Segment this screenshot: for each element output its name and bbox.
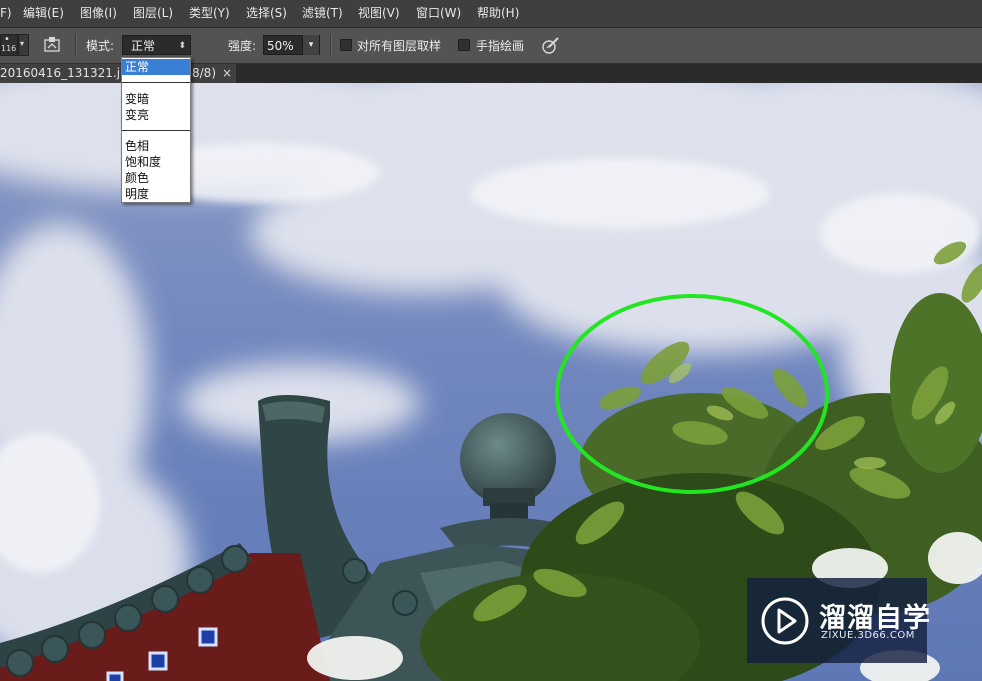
watermark: 溜溜自学 ZIXUE.3D66.COM — [747, 578, 930, 663]
brush-preset-dropdown[interactable]: ▾ — [18, 34, 29, 56]
play-logo-icon — [761, 597, 809, 645]
mode-option-color[interactable]: 颜色 — [122, 170, 190, 186]
airbrush-toggle-icon — [44, 37, 60, 52]
menu-view[interactable]: 视图(V) — [358, 5, 400, 22]
pressure-pen-icon — [542, 37, 559, 54]
pressure-pen-toggle[interactable] — [541, 36, 561, 56]
dropdown-arrow-icon[interactable]: ▾ — [302, 35, 319, 55]
menu-window[interactable]: 窗口(W) — [416, 5, 461, 22]
brush-size: 116 — [1, 44, 17, 53]
mode-option-darken[interactable]: 变暗 — [122, 91, 190, 107]
strength-input[interactable]: 50% ▾ — [263, 35, 320, 55]
menu-file[interactable]: F) — [0, 5, 12, 22]
mode-option-normal[interactable]: 正常 — [122, 59, 190, 75]
strength-label: 强度: — [228, 39, 257, 53]
divider — [330, 34, 332, 57]
sample-all-layers-label: 对所有图层取样 — [357, 39, 442, 53]
watermark-url: ZIXUE.3D66.COM — [821, 630, 915, 641]
select-updown-icon: ⬍ — [178, 41, 186, 51]
mode-option-hue[interactable]: 色相 — [122, 138, 190, 154]
sample-all-layers-checkbox[interactable] — [340, 39, 352, 51]
close-icon[interactable]: × — [222, 64, 232, 83]
finger-painting-label: 手指绘画 — [476, 39, 525, 53]
mode-select[interactable]: 正常 ⬍ — [122, 35, 191, 55]
dropdown-arrow-icon: ▾ — [20, 39, 25, 48]
strength-value: 50% — [267, 39, 294, 53]
mode-option-lighten[interactable]: 变亮 — [122, 107, 190, 123]
mode-label: 模式: — [86, 39, 115, 53]
dropdown-divider — [122, 130, 190, 131]
menu-image[interactable]: 图像(I) — [80, 5, 117, 22]
document-tab[interactable]: 20160416_131321.jpg 8/8) × — [0, 64, 236, 83]
mode-dropdown-list: 正常 变暗 变亮 色相 饱和度 颜色 明度 — [121, 57, 191, 203]
document-tab-title-suffix: 8/8) — [192, 66, 216, 80]
menu-help[interactable]: 帮助(H) — [477, 5, 519, 22]
brush-preset-picker[interactable]: • 116 — [0, 34, 18, 56]
airbrush-toggle[interactable] — [43, 36, 62, 54]
finger-painting-checkbox[interactable] — [458, 39, 470, 51]
divider — [75, 34, 77, 57]
dropdown-divider — [122, 82, 190, 83]
menu-filter[interactable]: 滤镜(T) — [302, 5, 343, 22]
menu-edit[interactable]: 编辑(E) — [23, 5, 64, 22]
menu-select[interactable]: 选择(S) — [246, 5, 287, 22]
menu-bar: F) 编辑(E) 图像(I) 图层(L) 类型(Y) 选择(S) 滤镜(T) 视… — [0, 0, 982, 28]
mode-option-saturation[interactable]: 饱和度 — [122, 154, 190, 170]
mode-value: 正常 — [131, 39, 156, 53]
mode-option-luminosity[interactable]: 明度 — [122, 186, 190, 202]
menu-type[interactable]: 类型(Y) — [189, 5, 230, 22]
document-tab-title: 20160416_131321.jpg — [0, 66, 136, 80]
menu-layer[interactable]: 图层(L) — [133, 5, 173, 22]
